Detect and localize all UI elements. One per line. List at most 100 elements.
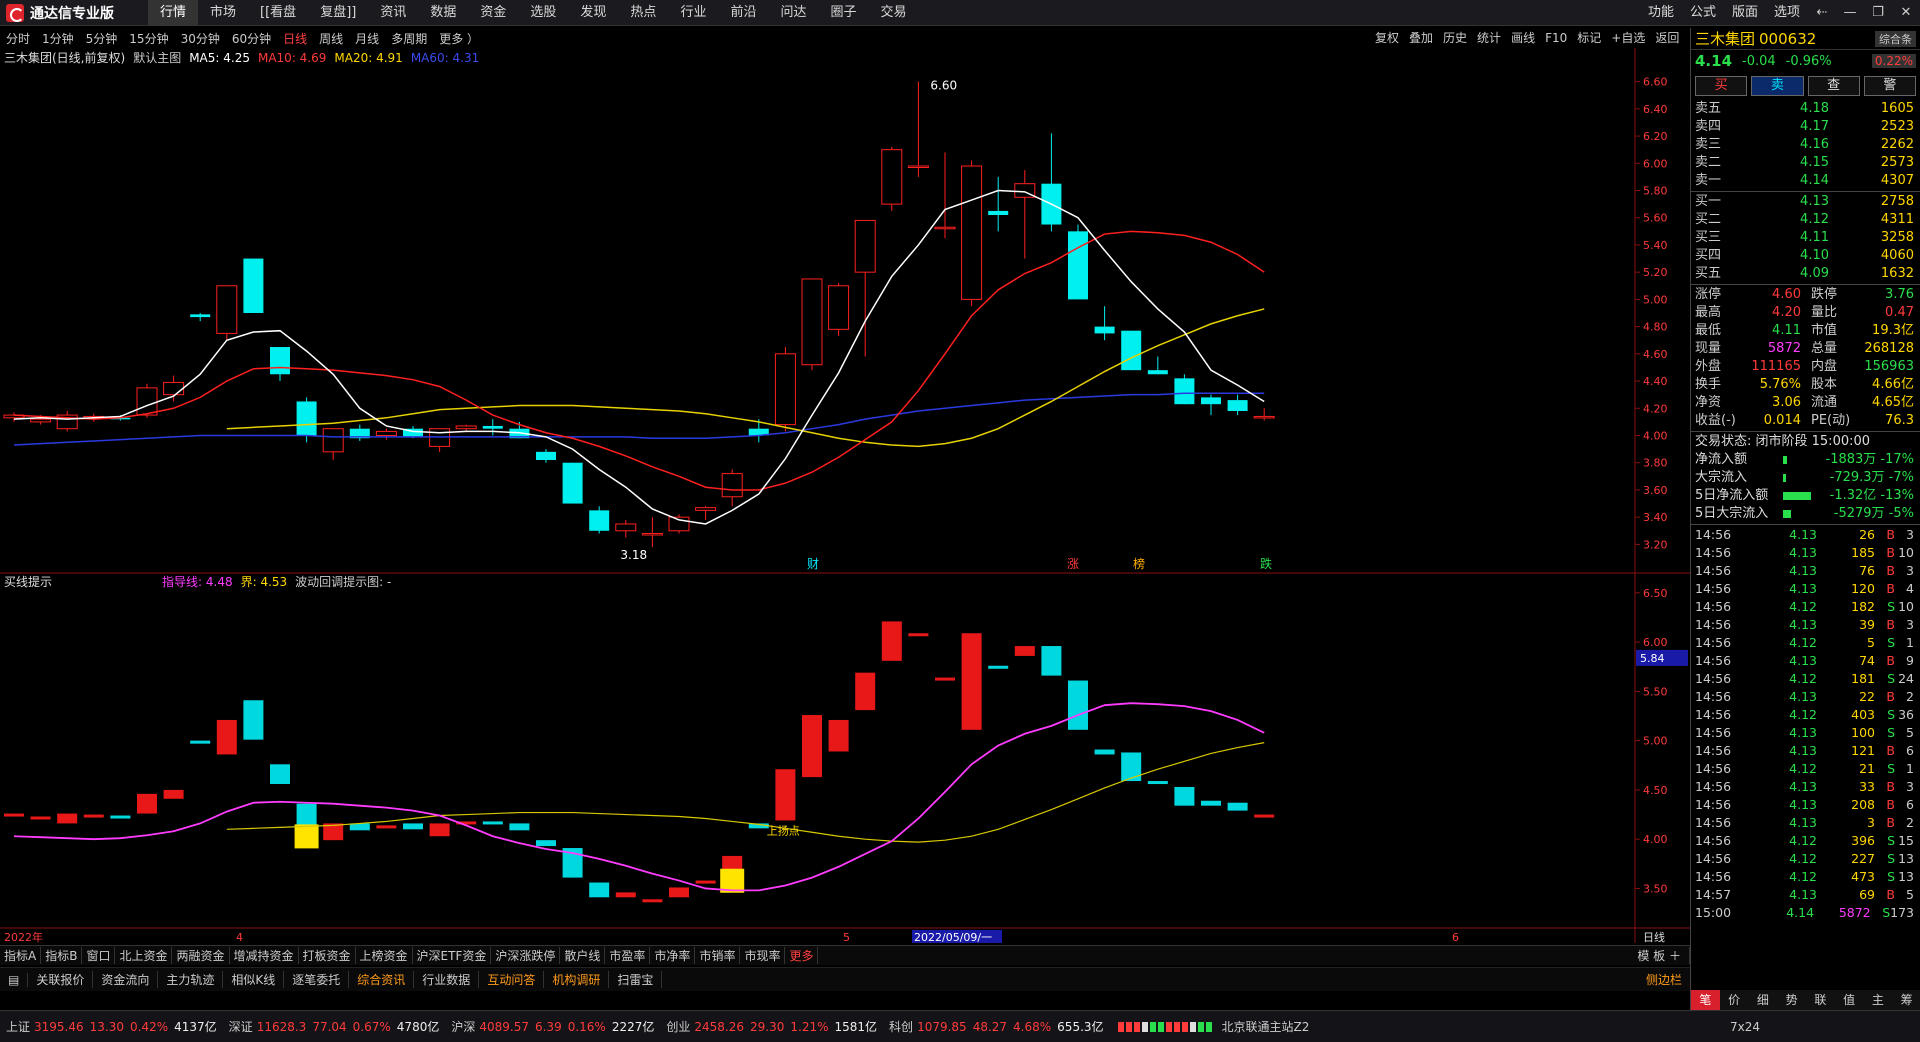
back-icon[interactable]: ⇠ (1808, 0, 1836, 26)
trade-button-3[interactable]: 警 (1863, 76, 1916, 96)
bids-row[interactable]: 买三 4.11 3258 (1691, 229, 1920, 247)
menu-item-4[interactable]: 资讯 (368, 0, 418, 26)
top-right-item-2[interactable]: 版面 (1724, 0, 1766, 26)
tool-6[interactable]: 标记 (1572, 28, 1606, 48)
period-9[interactable]: 多周期 (385, 30, 433, 47)
sidebar-toggle[interactable]: 侧边栏 (1638, 971, 1690, 988)
right-tab-2[interactable]: 细 (1749, 990, 1778, 1010)
period-10[interactable]: 更多 ） (433, 30, 485, 47)
indicator-tab-12[interactable]: 市净率 (650, 947, 696, 964)
info-tab-5[interactable]: 综合资讯 (349, 971, 415, 988)
asks-row[interactable]: 卖二 4.15 2573 (1691, 154, 1920, 172)
event-marker-0[interactable]: 财 (807, 557, 819, 571)
event-marker-2[interactable]: 榜 (1133, 556, 1145, 571)
bids-row[interactable]: 买四 4.10 4060 (1691, 247, 1920, 265)
right-tab-5[interactable]: 值 (1835, 990, 1864, 1010)
right-tab-7[interactable]: 筹 (1892, 990, 1920, 1010)
top-right-item-0[interactable]: 功能 (1640, 0, 1682, 26)
index-3[interactable]: 创业 2458.26 29.30 1.21% 1581亿 (666, 1018, 883, 1035)
tool-5[interactable]: F10 (1540, 28, 1572, 48)
info-tab-2[interactable]: 主力轨迹 (158, 971, 224, 988)
tool-0[interactable]: 复权 (1370, 28, 1404, 48)
asks-row[interactable]: 卖三 4.16 2262 (1691, 136, 1920, 154)
trade-button-0[interactable]: 买 (1695, 76, 1748, 96)
menu-item-6[interactable]: 资金 (468, 0, 518, 26)
template-button[interactable]: 模 板 ＋ (1629, 947, 1690, 964)
info-tab-7[interactable]: 互动问答 (479, 971, 545, 988)
close-icon[interactable]: ✕ (1892, 0, 1920, 26)
right-tab-3[interactable]: 势 (1777, 990, 1806, 1010)
tool-7[interactable]: +自选 (1606, 28, 1650, 48)
indicator-tab-7[interactable]: 上榜资金 (356, 947, 413, 964)
tool-3[interactable]: 统计 (1472, 28, 1506, 48)
menu-item-0[interactable]: 行情 (148, 0, 199, 26)
indicator-tab-10[interactable]: 散户线 (560, 947, 606, 964)
period-2[interactable]: 5分钟 (80, 30, 124, 47)
menu-item-8[interactable]: 发现 (568, 0, 618, 26)
menu-item-7[interactable]: 选股 (518, 0, 568, 26)
tool-1[interactable]: 叠加 (1404, 28, 1438, 48)
restore-icon[interactable]: ❐ (1864, 0, 1892, 26)
right-tab-1[interactable]: 价 (1720, 990, 1749, 1010)
asks-row[interactable]: 卖四 4.17 2523 (1691, 118, 1920, 136)
bids-row[interactable]: 买一 4.13 2758 (1691, 193, 1920, 211)
indicator-tab-13[interactable]: 市销率 (695, 947, 741, 964)
top-right-item-1[interactable]: 公式 (1682, 0, 1724, 26)
period-1[interactable]: 1分钟 (36, 30, 80, 47)
chart-area[interactable]: 6.60 6.40 6.20 6.00 5.80 5.60 5.40 5.20 5.00 4.80… (0, 48, 1690, 943)
right-tab-6[interactable]: 主 (1864, 990, 1893, 1010)
menu-item-10[interactable]: 行业 (668, 0, 718, 26)
menu-item-11[interactable]: 前沿 (718, 0, 768, 26)
menu-item-3[interactable]: 复盘]] (308, 0, 368, 26)
badge-button[interactable]: 综合条 (1875, 30, 1916, 47)
indicator-tab-11[interactable]: 市盈率 (605, 947, 651, 964)
info-tab-6[interactable]: 行业数据 (414, 971, 480, 988)
period-4[interactable]: 30分钟 (175, 30, 226, 47)
index-0[interactable]: 上证 3195.46 13.30 0.42% 4137亿 (6, 1018, 223, 1035)
tool-2[interactable]: 历史 (1438, 28, 1472, 48)
tool-8[interactable]: 返回 (1650, 28, 1684, 48)
bids-row[interactable]: 买五 4.09 1632 (1691, 265, 1920, 283)
asks-row[interactable]: 卖五 4.18 1605 (1691, 100, 1920, 118)
indicator-tab-3[interactable]: 北上资金 (115, 947, 173, 964)
menu-item-13[interactable]: 圈子 (818, 0, 868, 26)
indicator-tab-9[interactable]: 沪深涨跌停 (491, 947, 561, 964)
menu-item-5[interactable]: 数据 (418, 0, 468, 26)
asks-row[interactable]: 卖一 4.14 4307 (1691, 172, 1920, 190)
menu-item-2[interactable]: [[看盘 (248, 0, 308, 26)
period-5[interactable]: 60分钟 (226, 30, 277, 47)
info-tab-0[interactable]: 关联报价 (28, 971, 94, 988)
bids-row[interactable]: 买二 4.12 4311 (1691, 211, 1920, 229)
indicator-tab-14[interactable]: 市现率 (740, 947, 786, 964)
info-tab-8[interactable]: 机构调研 (544, 971, 610, 988)
indicator-tab-15[interactable]: 更多 (785, 947, 819, 964)
indicator-tab-4[interactable]: 两融资金 (172, 947, 230, 964)
info-tab-9[interactable]: 扫雷宝 (609, 971, 663, 988)
period-0[interactable]: 分时 (0, 30, 36, 47)
period-7[interactable]: 周线 (313, 30, 349, 47)
trade-button-1[interactable]: 卖 (1751, 76, 1804, 96)
info-tab-4[interactable]: 逐笔委托 (284, 971, 350, 988)
right-tab-0[interactable]: 笔 (1691, 990, 1720, 1010)
period-8[interactable]: 月线 (349, 30, 385, 47)
indicator-tab-1[interactable]: 指标B (41, 947, 83, 964)
top-right-item-3[interactable]: 选项 (1766, 0, 1808, 26)
menu-item-14[interactable]: 交易 (869, 0, 919, 26)
index-2[interactable]: 沪深 4089.57 6.39 0.16% 2227亿 (451, 1018, 660, 1035)
info-tab-3[interactable]: 相似K线 (223, 971, 285, 988)
period-3[interactable]: 15分钟 (123, 30, 174, 47)
info-menu-icon[interactable]: ▤ (0, 972, 29, 987)
event-marker-1[interactable]: 涨 (1067, 556, 1079, 571)
indicator-tab-2[interactable]: 窗口 (82, 947, 116, 964)
index-1[interactable]: 深证 11628.3 77.04 0.67% 4780亿 (229, 1018, 446, 1035)
tool-4[interactable]: 画线 (1506, 28, 1540, 48)
index-4[interactable]: 科创 1079.85 48.27 4.68% 655.3亿 (889, 1018, 1109, 1035)
news-clock[interactable]: 7x24 (1730, 1020, 1760, 1034)
info-tab-1[interactable]: 资金流向 (93, 971, 159, 988)
minimize-icon[interactable]: — (1836, 0, 1864, 26)
indicator-tab-0[interactable]: 指标A (0, 947, 42, 964)
right-tab-4[interactable]: 联 (1806, 990, 1835, 1010)
trade-button-2[interactable]: 查 (1807, 76, 1860, 96)
menu-item-12[interactable]: 问达 (768, 0, 818, 26)
indicator-tab-5[interactable]: 增减持资金 (230, 947, 299, 964)
